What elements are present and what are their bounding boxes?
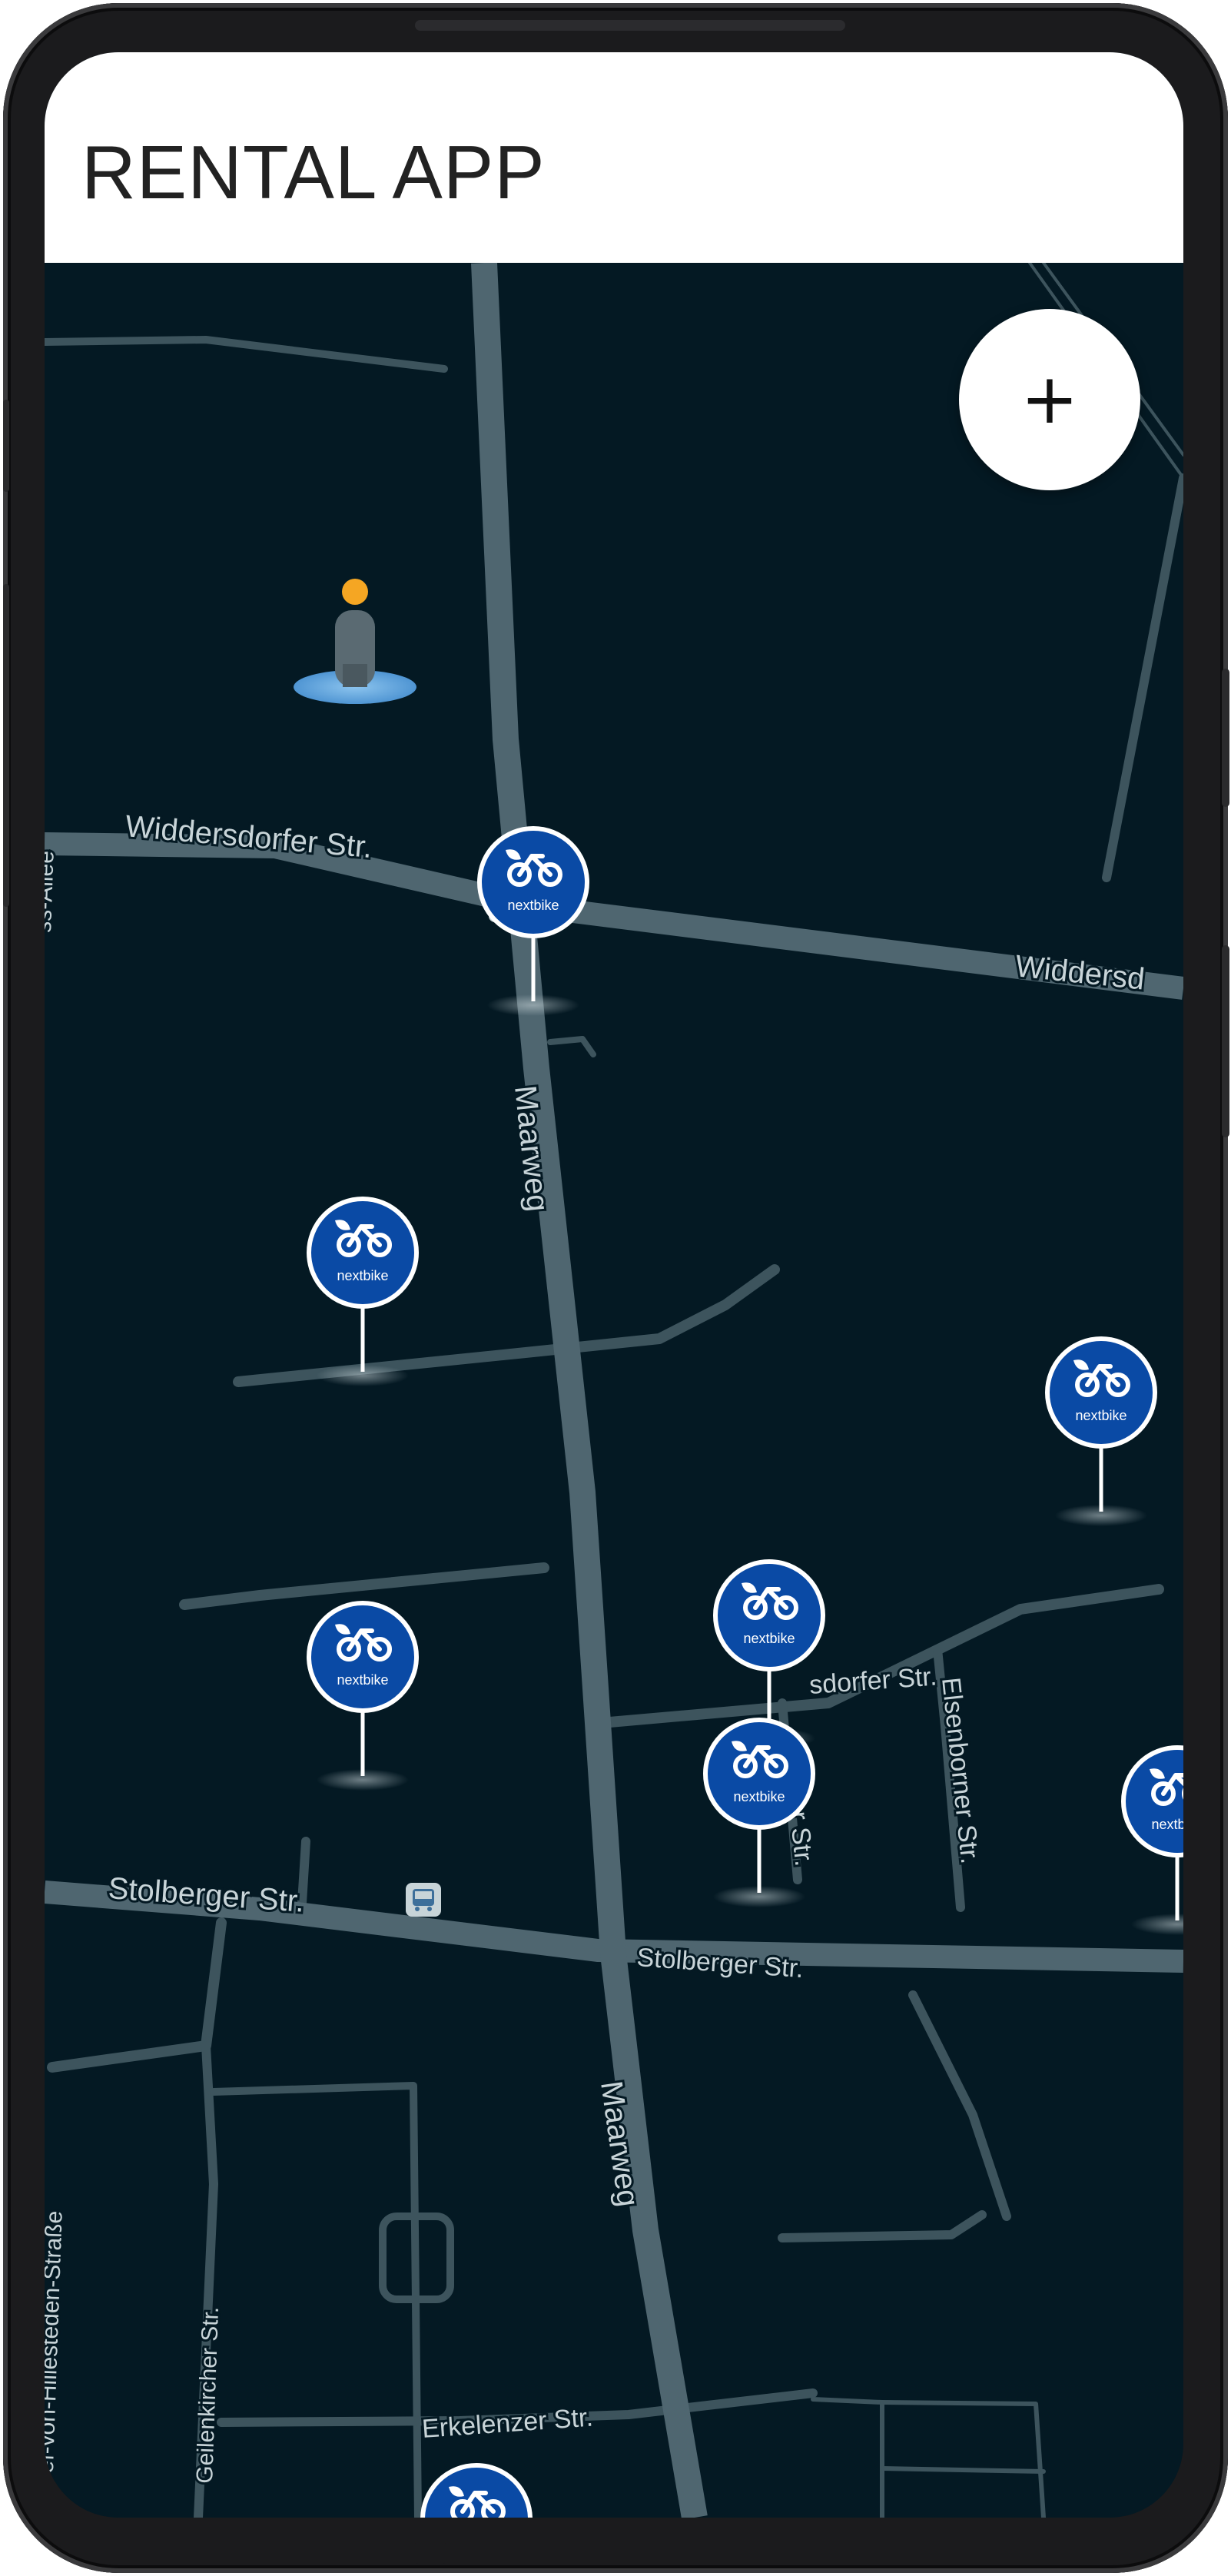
street-label-stolberger-left: Stolberger Str. [107,1871,305,1919]
street-label-widdersdorfer-right: Widdersd [1014,949,1146,996]
power-button [1222,945,1229,1137]
bottom-port [415,2541,446,2564]
app-header: RENTAL APP [45,52,1183,263]
zoom-in-button[interactable]: + [959,309,1140,490]
station-brand-label: nextbike [743,1631,795,1646]
nextbike-station-marker[interactable]: nextbike [1045,1336,1157,1526]
nextbike-station-marker[interactable]: nextbike [1121,1745,1183,1935]
street-label-geilenkirchener: Geilenkircher Str. [192,2306,224,2484]
nextbike-station-marker[interactable]: nextbike [307,1197,419,1386]
user-location-icon[interactable] [294,579,416,704]
map-view[interactable]: Widdersdorfer Str. Widdersd Maarweg Maar… [45,263,1183,2518]
street-label-left-edge-bottom: Gef-von-Hillesteden-Straße [45,2210,68,2491]
station-brand-label: nextbike [337,1268,388,1283]
side-key-lower [3,584,9,907]
street-label-elsenborner: Elsenborner Str. [936,1676,984,1865]
street-label-middle-partial: sdorfer Str. [808,1661,938,1700]
map-canvas[interactable]: Widdersdorfer Str. Widdersd Maarweg Maar… [45,263,1183,2518]
street-label-erkelenzer: Erkelenzer Str. [421,2403,594,2444]
app-screen: RENTAL APP Widdersdorfer Str. Widdersd M… [45,52,1183,2518]
nextbike-station-marker[interactable]: nextbike [307,1601,419,1791]
plus-icon: + [1020,359,1079,440]
speaker-grille [415,20,845,31]
station-brand-label: nextbike [337,1672,388,1688]
nextbike-station-marker[interactable]: nextbike [477,826,589,1016]
station-brand-label: nextbike [733,1789,785,1804]
station-markers: nextbike nextbike nextbike nextbike nextbike… [307,826,1183,2518]
station-brand-label: nextbike [1151,1817,1183,1832]
app-title: RENTAL APP [81,130,546,214]
side-key [3,400,9,492]
street-label-left-edge-top: ss-Allee [45,850,59,933]
nextbike-station-marker[interactable]: nextbike [420,2463,533,2518]
bus-stop-icon[interactable] [406,1883,441,1917]
station-brand-label: nextbike [1075,1408,1126,1423]
station-brand-label: nextbike [507,898,559,913]
volume-up-button [1222,669,1229,807]
